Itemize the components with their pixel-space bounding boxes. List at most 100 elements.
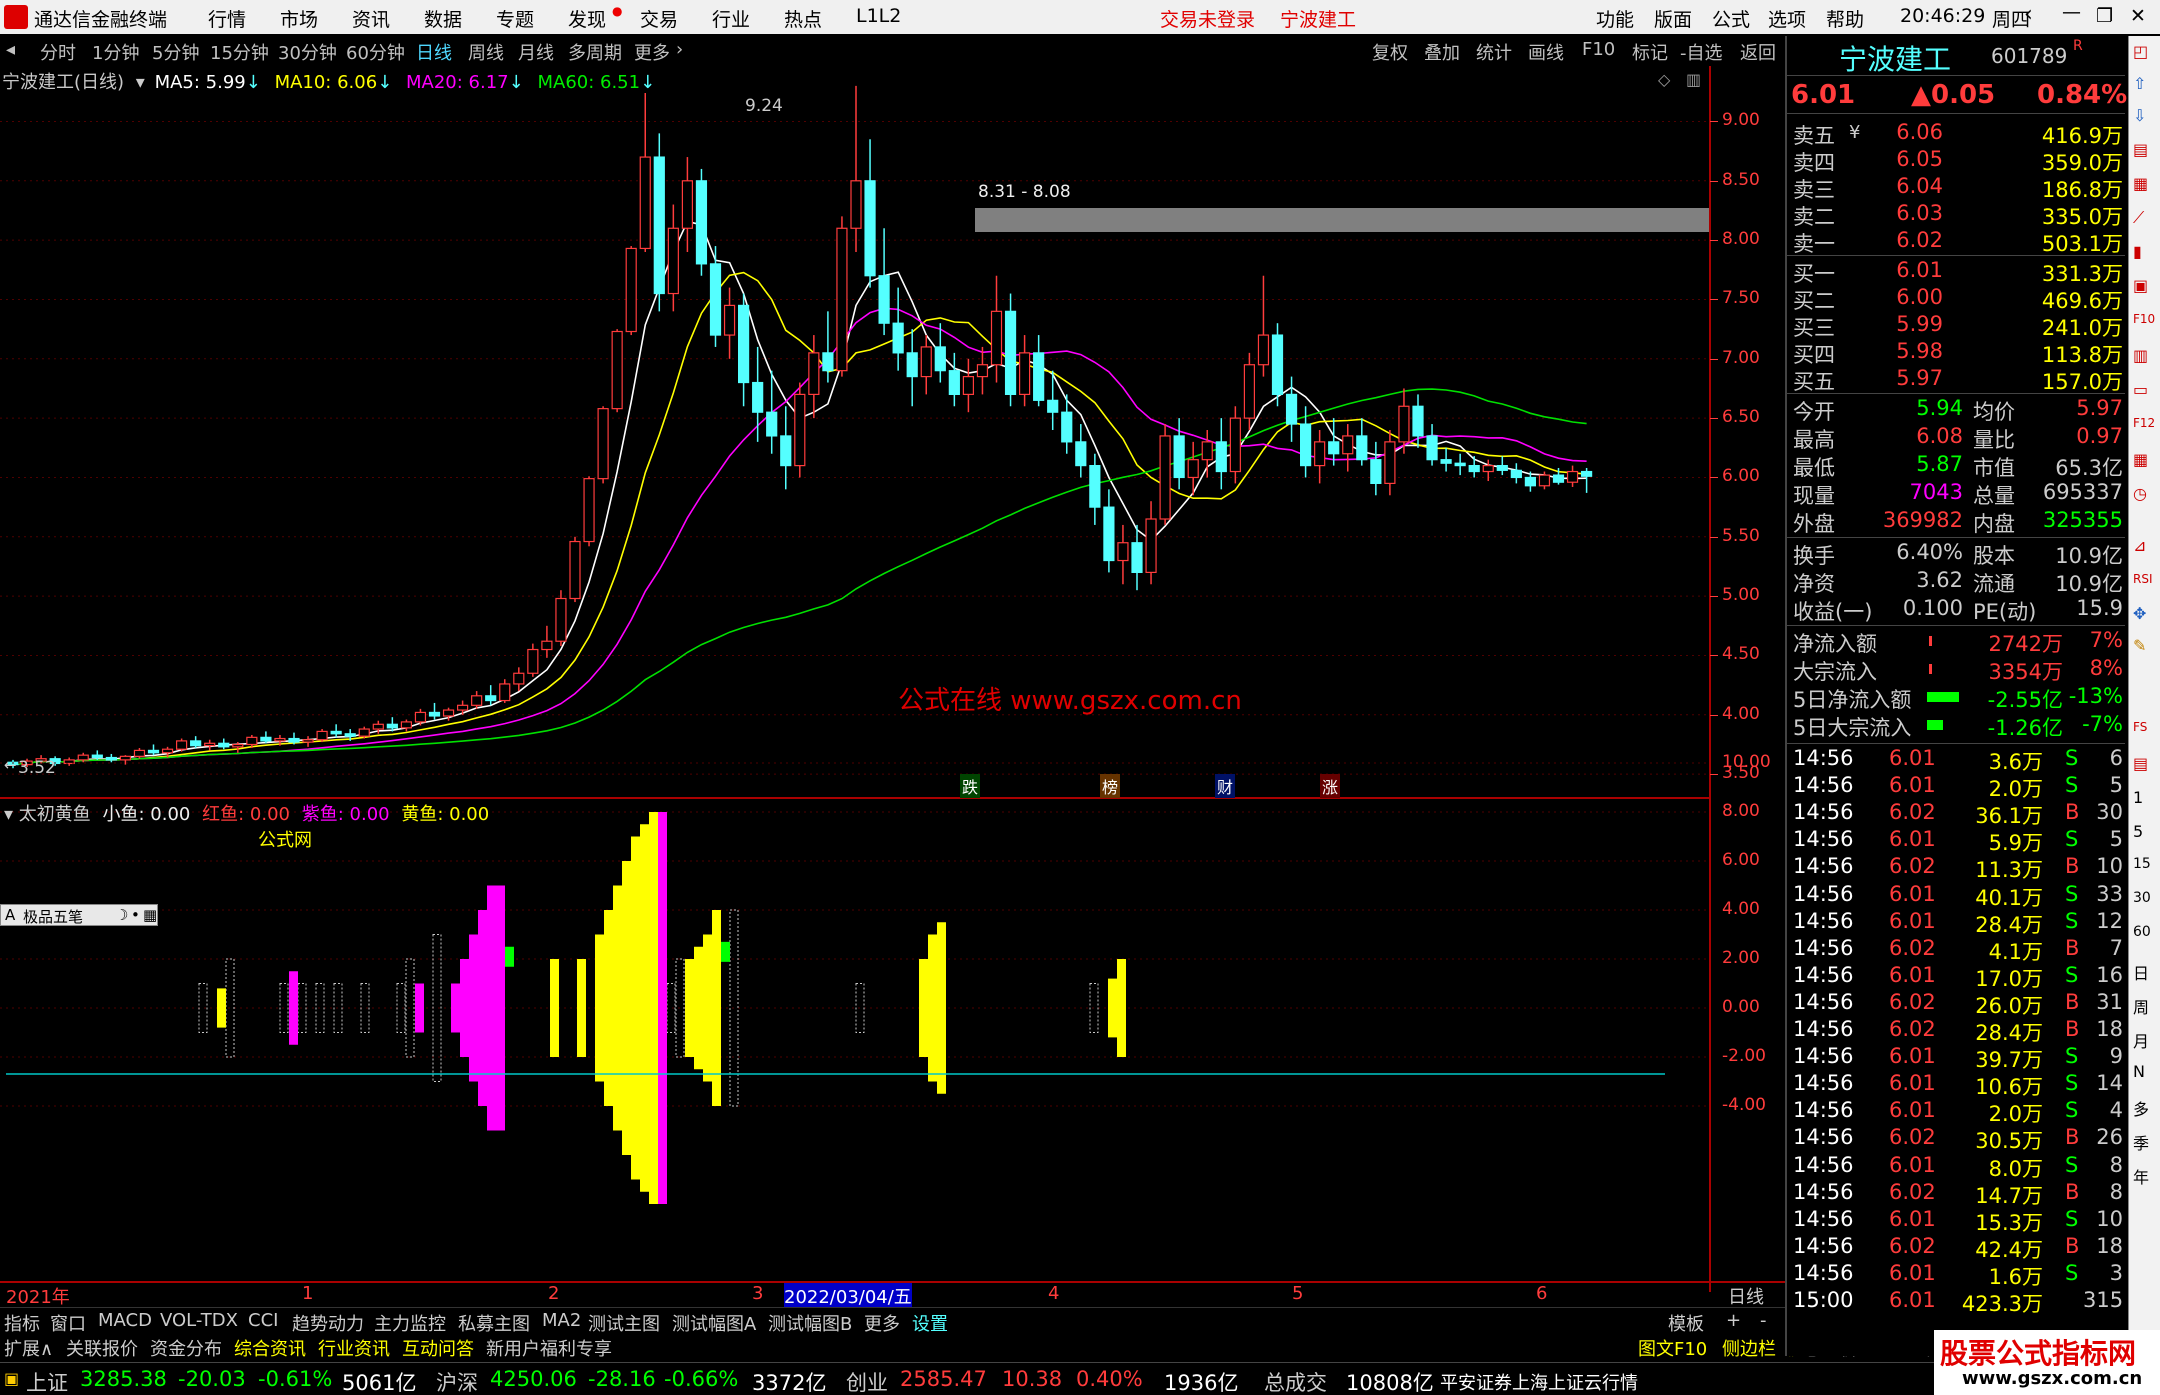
close-icon[interactable]: ✕: [2130, 5, 2146, 27]
table-icon[interactable]: ▦: [2133, 174, 2148, 193]
ask-row[interactable]: 卖一 6.02 503.1万: [1793, 228, 2123, 256]
bottom-tab[interactable]: 综合资讯: [234, 1335, 306, 1361]
ask-row[interactable]: 卖三 6.04 186.8万: [1793, 174, 2123, 202]
toolbar-action[interactable]: 统计: [1476, 39, 1512, 65]
chart-area[interactable]: [0, 66, 1785, 1292]
bid-row[interactable]: 买一 6.01 331.3万: [1793, 258, 2123, 286]
event-marker[interactable]: 财: [1215, 774, 1236, 798]
indicator-tab[interactable]: MA2: [542, 1310, 581, 1331]
period-tab[interactable]: 周线: [468, 39, 504, 65]
menu-item-right[interactable]: 帮助: [1826, 5, 1864, 32]
tick-row[interactable]: 14:56 6.02 28.4万 B 18: [1793, 1017, 2123, 1045]
event-marker[interactable]: 榜: [1100, 774, 1121, 798]
f10-tab[interactable]: 图文F10: [1638, 1335, 1707, 1361]
stat2-row[interactable]: 换手 6.40% 股本 10.9亿: [1793, 540, 2123, 568]
line-chart-icon[interactable]: ⟋: [2133, 208, 2144, 228]
sidebar-toggle[interactable]: 侧边栏《: [1722, 1335, 1794, 1361]
menu-item[interactable]: 行业: [712, 5, 750, 32]
zoom-in-button[interactable]: +: [1726, 1310, 1741, 1331]
ask-row[interactable]: 卖五 6.06 416.9万: [1793, 120, 2123, 148]
flow-row[interactable]: 净流入额 2742万 7%: [1793, 628, 2123, 656]
event-marker[interactable]: 跌: [960, 774, 981, 798]
toolbar-action[interactable]: 复权: [1372, 39, 1408, 65]
candle-icon[interactable]: ▮: [2133, 242, 2142, 261]
period-tab[interactable]: 60分钟: [346, 39, 405, 65]
tick-row[interactable]: 14:56 6.01 10.6万 S 14: [1793, 1071, 2123, 1099]
stat2-row[interactable]: 净资 3.62 流通 10.9亿: [1793, 568, 2123, 596]
chart2-icon[interactable]: ▤: [2133, 754, 2148, 773]
legend-toggle-icon[interactable]: ▾: [4, 804, 13, 825]
stat2-row[interactable]: 收益(一) 0.100 PE(动) 15.9: [1793, 596, 2123, 624]
punct-icon[interactable]: •: [131, 906, 140, 924]
tick-list[interactable]: 14:56 6.01 3.6万 S 6 14:56 6.01 2.0万 S 5 14:56 6.02 3…: [1787, 746, 2125, 1346]
zoom-out-button[interactable]: -: [1760, 1310, 1767, 1331]
doc-icon[interactable]: ▣: [2133, 276, 2148, 295]
toolbar-action[interactable]: 叠加: [1424, 39, 1460, 65]
menu-item-right[interactable]: 版面: [1654, 5, 1692, 32]
tick-row[interactable]: 14:56 6.01 28.4万 S 12: [1793, 909, 2123, 937]
market-icon[interactable]: ▣: [4, 1369, 19, 1388]
period-quarter[interactable]: 季: [2133, 1130, 2149, 1154]
period-tab[interactable]: 15分钟: [210, 39, 269, 65]
flow-row[interactable]: 5日大宗流入 -1.26亿 -7%: [1793, 712, 2123, 740]
maximize-icon[interactable]: ❐: [2096, 5, 2113, 27]
tick-row[interactable]: 14:56 6.01 2.0万 S 5: [1793, 773, 2123, 801]
flow-row[interactable]: 大宗流入 3354万 8%: [1793, 656, 2123, 684]
list-icon[interactable]: ▤: [2133, 140, 2148, 159]
period-tab[interactable]: 更多: [634, 39, 670, 65]
bottom-tab[interactable]: 关联报价: [66, 1335, 138, 1361]
legend-toggle-icon[interactable]: ▾: [136, 72, 145, 93]
bottom-tab[interactable]: 扩展∧: [4, 1335, 53, 1361]
tick-row[interactable]: 14:56 6.01 39.7万 S 9: [1793, 1044, 2123, 1072]
menu-item[interactable]: 数据: [424, 5, 462, 32]
period-year[interactable]: 年: [2133, 1164, 2149, 1188]
toolbar-action[interactable]: 标记: [1632, 39, 1668, 65]
tick-row[interactable]: 14:56 6.01 1.6万 S 3: [1793, 1261, 2123, 1289]
bid-row[interactable]: 买五 5.97 157.0万: [1793, 366, 2123, 394]
tick-row[interactable]: 14:56 6.01 2.0万 S 4: [1793, 1098, 2123, 1126]
file-icon[interactable]: ▭: [2133, 380, 2148, 399]
period-15-icon[interactable]: 15: [2133, 856, 2151, 872]
move-icon[interactable]: ✥: [2133, 604, 2146, 623]
tick-row[interactable]: 14:56 6.02 14.7万 B 8: [1793, 1180, 2123, 1208]
tool-icon[interactable]: ◰: [2133, 42, 2148, 61]
f10-icon[interactable]: F10: [2133, 312, 2155, 326]
tick-row[interactable]: 14:56 6.02 4.1万 B 7: [1793, 936, 2123, 964]
period-week[interactable]: 周: [2133, 994, 2149, 1018]
index-name[interactable]: 上证: [26, 1367, 68, 1395]
tick-row[interactable]: 14:56 6.02 11.3万 B 10: [1793, 854, 2123, 882]
menu-item[interactable]: L1L2: [856, 5, 901, 27]
keyboard-icon[interactable]: ▦: [143, 906, 157, 924]
toolbar-action[interactable]: 画线: [1528, 39, 1564, 65]
menu-item[interactable]: 发现: [568, 5, 606, 32]
up-arrow-icon[interactable]: ⇧: [2133, 74, 2146, 93]
login-status[interactable]: 交易未登录: [1160, 5, 1255, 32]
fs-icon[interactable]: FS: [2133, 720, 2147, 734]
tick-row[interactable]: 14:56 6.02 26.0万 B 31: [1793, 990, 2123, 1018]
period-tab[interactable]: 1分钟: [92, 39, 139, 65]
stat-row[interactable]: 今开 5.94 均价 5.97: [1793, 396, 2123, 424]
period-tab[interactable]: 多周期: [568, 39, 622, 65]
tick-row[interactable]: 14:56 6.02 36.1万 B 30: [1793, 800, 2123, 828]
tick-row[interactable]: 15:00 6.01 423.3万 315: [1793, 1288, 2123, 1316]
period-1-icon[interactable]: 1: [2133, 788, 2143, 807]
menu-item[interactable]: 市场: [280, 5, 318, 32]
tick-row[interactable]: 14:56 6.02 42.4万 B 18: [1793, 1234, 2123, 1262]
stat-row[interactable]: 最高 6.08 量比 0.97: [1793, 424, 2123, 452]
collapse-icon[interactable]: ◂: [6, 39, 15, 60]
tick-row[interactable]: 14:56 6.01 15.3万 S 10: [1793, 1207, 2123, 1235]
toolbar-action[interactable]: F10: [1582, 39, 1615, 60]
panel-close-icon[interactable]: ▥: [1686, 70, 1701, 89]
clock-icon[interactable]: ◷: [2133, 484, 2147, 503]
toolbar-action[interactable]: 返回: [1740, 39, 1776, 65]
indicator-tab[interactable]: CCI: [248, 1310, 278, 1331]
indicator-tab[interactable]: MACD: [98, 1310, 152, 1331]
period-5-icon[interactable]: 5: [2133, 822, 2143, 841]
period-multi[interactable]: 多: [2133, 1096, 2149, 1120]
chart-icon[interactable]: ⊿: [2133, 536, 2146, 555]
index-name[interactable]: 创业: [846, 1367, 888, 1395]
indicator-tab[interactable]: VOL-TDX: [160, 1310, 238, 1331]
moon-icon[interactable]: ☽: [115, 906, 128, 924]
stat-row[interactable]: 最低 5.87 市值 65.3亿: [1793, 452, 2123, 480]
grid2-icon[interactable]: ▦: [2133, 450, 2148, 469]
